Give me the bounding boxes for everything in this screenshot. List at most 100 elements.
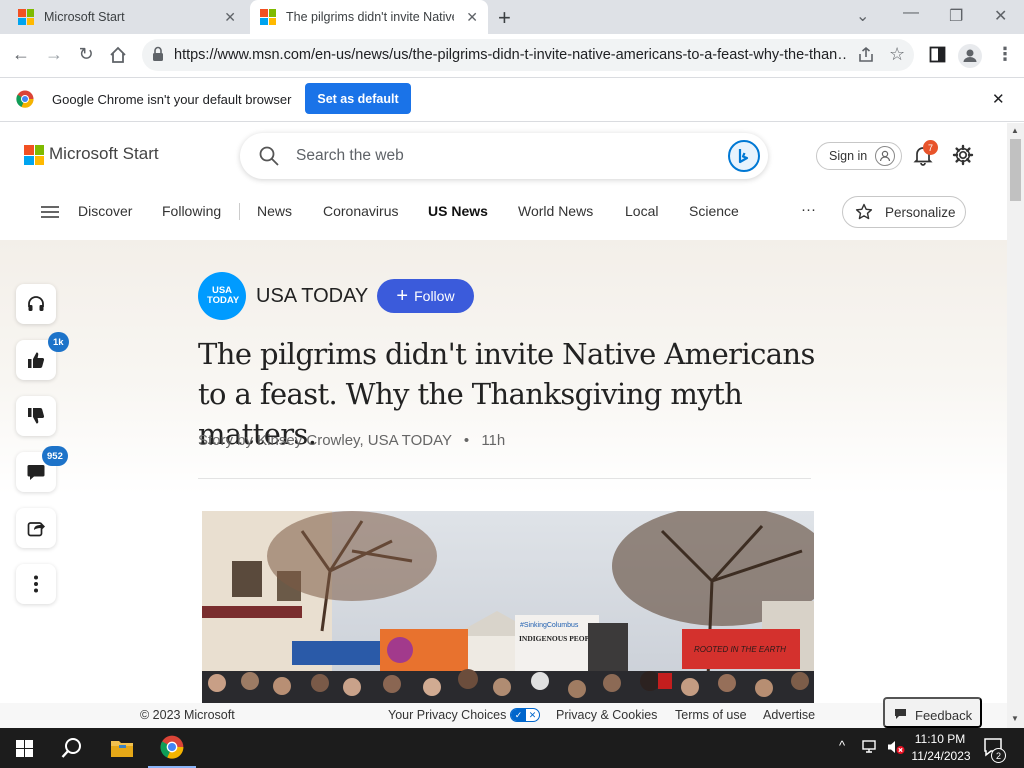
personalize-label: Personalize <box>885 205 956 220</box>
plus-icon: + <box>396 285 409 307</box>
privacy-choices-toggle-icon[interactable]: ✓ ✕ <box>510 708 540 722</box>
header-divider <box>198 478 811 479</box>
hero-sign-text-1: #SinkingColumbus <box>520 622 579 629</box>
microsoft-logo-icon <box>260 9 276 25</box>
byline-author[interactable]: Story by Kinsey Crowley, USA TODAY <box>198 432 452 449</box>
search-icon[interactable] <box>258 145 280 172</box>
settings-gear-icon[interactable] <box>952 144 974 171</box>
brand-name[interactable]: Microsoft Start <box>49 144 159 164</box>
nav-discover[interactable]: Discover <box>78 203 132 219</box>
nav-coronavirus[interactable]: Coronavirus <box>323 203 398 219</box>
set-as-default-button[interactable]: Set as default <box>305 83 411 114</box>
notifications-count-badge: 7 <box>923 140 938 155</box>
sign-in-label: Sign in <box>829 149 868 163</box>
tab-article[interactable]: The pilgrims didn't invite Native ✕ <box>250 0 488 34</box>
volume-muted-icon[interactable] <box>886 739 906 760</box>
bing-chat-icon[interactable] <box>728 140 760 172</box>
dislike-button[interactable] <box>16 396 56 436</box>
thumbs-up-icon <box>28 352 45 368</box>
footer-privacy-choices[interactable]: Your Privacy Choices <box>388 708 506 722</box>
close-tab-icon[interactable]: ✕ <box>466 9 478 26</box>
tab-title: The pilgrims didn't invite Native <box>286 10 454 24</box>
lock-icon[interactable] <box>152 46 164 67</box>
scroll-up-icon[interactable]: ▲ <box>1011 126 1019 135</box>
action-center-count-badge: 2 <box>991 748 1006 763</box>
microsoft-logo-icon <box>18 9 34 25</box>
scroll-down-icon[interactable]: ▼ <box>1011 714 1019 723</box>
chrome-menu-icon[interactable]: ⋮ <box>996 44 1014 65</box>
forward-icon[interactable]: → <box>43 44 65 65</box>
tray-overflow-chevron-icon[interactable]: ^ <box>839 738 845 753</box>
hero-sign-text-3: ROOTED IN THE EARTH <box>694 645 786 654</box>
article-hero-image[interactable]: #SinkingColumbus INDIGENOUS PEOPLES DAY … <box>202 511 814 703</box>
scrollbar-thumb[interactable] <box>1010 139 1021 201</box>
feedback-icon <box>894 708 907 723</box>
article-age: 11h <box>481 432 506 449</box>
tab-title: Microsoft Start <box>44 10 125 24</box>
personalize-button[interactable]: Personalize <box>842 196 966 228</box>
taskbar-clock-date[interactable]: 11/24/2023 <box>907 749 975 763</box>
bookmark-star-icon[interactable]: ☆ <box>889 44 905 65</box>
tab-microsoft-start[interactable]: Microsoft Start ✕ <box>8 0 246 34</box>
article-byline: Story by Kinsey Crowley, USA TODAY • 11h <box>198 432 505 449</box>
footer-copyright: © 2023 Microsoft <box>140 708 235 722</box>
back-icon[interactable]: ← <box>10 44 32 65</box>
url-text[interactable]: https://www.msn.com/en-us/news/us/the-pi… <box>174 47 846 63</box>
nav-us-news[interactable]: US News <box>428 203 488 219</box>
side-panel-icon[interactable] <box>929 46 946 68</box>
feedback-label: Feedback <box>915 708 973 723</box>
page-scrollbar[interactable] <box>1007 123 1024 728</box>
listen-button[interactable] <box>16 284 56 324</box>
feedback-button[interactable]: Feedback <box>883 697 982 728</box>
infobar-close-icon[interactable]: ✕ <box>992 90 1005 108</box>
headphones-icon <box>28 296 44 311</box>
profile-avatar-icon[interactable] <box>958 44 982 68</box>
follow-label: Follow <box>414 288 455 304</box>
publisher-name[interactable]: USA TODAY <box>256 285 368 308</box>
chrome-logo-icon <box>16 90 34 108</box>
minimize-icon[interactable]: — <box>903 4 919 22</box>
home-icon[interactable] <box>107 44 129 66</box>
nav-local[interactable]: Local <box>625 203 658 219</box>
reload-icon[interactable]: ↻ <box>75 44 97 65</box>
nav-science[interactable]: Science <box>689 203 739 219</box>
hamburger-menu-icon[interactable] <box>40 205 60 224</box>
window-close-icon[interactable]: ✕ <box>994 6 1007 26</box>
like-count-badge: 1k <box>48 332 69 352</box>
usa-today-logo[interactable]: USA TODAY <box>198 272 246 320</box>
restore-icon[interactable]: ❐ <box>949 6 963 26</box>
new-tab-icon[interactable]: + <box>498 5 511 31</box>
sign-in-button[interactable]: Sign in <box>816 142 902 170</box>
taskbar-clock-time[interactable]: 11:10 PM <box>912 732 968 746</box>
taskbar-search-icon[interactable] <box>48 728 96 768</box>
comment-icon <box>27 465 45 480</box>
follow-button[interactable]: + Follow <box>377 279 474 313</box>
file-explorer-icon[interactable] <box>98 728 146 768</box>
nav-news[interactable]: News <box>257 203 292 219</box>
user-icon <box>875 146 895 166</box>
share-icon[interactable] <box>857 46 875 69</box>
comment-count-badge: 952 <box>42 446 68 466</box>
nav-divider <box>239 203 240 220</box>
search-input[interactable]: Search the web <box>296 147 404 165</box>
infobar-message: Google Chrome isn't your default browser <box>52 92 292 107</box>
nav-following[interactable]: Following <box>162 203 221 219</box>
taskbar-chrome-icon[interactable] <box>148 728 196 768</box>
star-edit-icon <box>855 203 873 224</box>
tab-search-chevron-icon[interactable]: ⌄ <box>856 6 869 26</box>
microsoft-logo-icon[interactable] <box>24 145 44 165</box>
more-options-button[interactable] <box>16 564 56 604</box>
footer-privacy-cookies[interactable]: Privacy & Cookies <box>556 708 657 722</box>
network-icon[interactable] <box>862 739 880 760</box>
windows-start-icon[interactable] <box>0 728 48 768</box>
thumbs-down-icon <box>28 408 45 424</box>
footer-advertise[interactable]: Advertise <box>763 708 815 722</box>
nav-world-news[interactable]: World News <box>518 203 593 219</box>
byline-separator: • <box>463 432 470 449</box>
close-tab-icon[interactable]: ✕ <box>224 9 236 26</box>
nav-more-icon[interactable]: ··· <box>801 201 816 218</box>
share-arrow-icon <box>27 522 45 537</box>
vertical-dots-icon <box>34 575 38 593</box>
share-button[interactable] <box>16 508 56 548</box>
footer-terms[interactable]: Terms of use <box>675 708 747 722</box>
